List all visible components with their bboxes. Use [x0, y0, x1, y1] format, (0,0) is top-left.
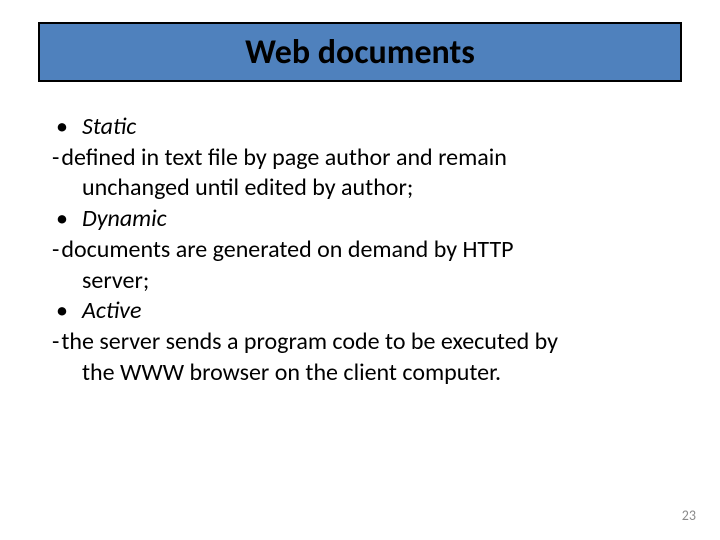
page-number: 23	[682, 507, 696, 524]
bullet-item-static: • Static	[44, 112, 678, 143]
bullet-label: Static	[82, 112, 136, 143]
desc-text: unchanged until edited by author;	[82, 173, 413, 202]
bullet-label: Active	[82, 296, 141, 327]
bullet-item-active: • Active	[44, 296, 678, 327]
desc-dynamic-line1: - documents are generated on demand by H…	[44, 235, 678, 266]
bullet-icon: •	[56, 112, 82, 143]
bullet-icon: •	[56, 296, 82, 327]
bullet-icon: •	[56, 204, 82, 235]
slide-body: • Static - defined in text file by page …	[44, 112, 678, 388]
slide-title: Web documents	[245, 32, 475, 73]
desc-dynamic-line2: server;	[44, 266, 678, 297]
desc-text: the server sends a program code to be ex…	[61, 327, 678, 358]
bullet-label: Dynamic	[82, 204, 167, 235]
desc-text: defined in text file by page author and …	[61, 143, 678, 174]
desc-text: the WWW browser on the client computer.	[82, 358, 501, 387]
dash-icon: -	[44, 143, 61, 174]
desc-active-line2: the WWW browser on the client computer.	[44, 358, 678, 389]
bullet-item-dynamic: • Dynamic	[44, 204, 678, 235]
desc-text: server;	[82, 266, 149, 295]
desc-text: documents are generated on demand by HTT…	[61, 235, 678, 266]
desc-static-line2: unchanged until edited by author;	[44, 173, 678, 204]
desc-active-line1: - the server sends a program code to be …	[44, 327, 678, 358]
desc-static-line1: - defined in text file by page author an…	[44, 143, 678, 174]
dash-icon: -	[44, 235, 61, 266]
title-box: Web documents	[38, 22, 682, 82]
dash-icon: -	[44, 327, 61, 358]
